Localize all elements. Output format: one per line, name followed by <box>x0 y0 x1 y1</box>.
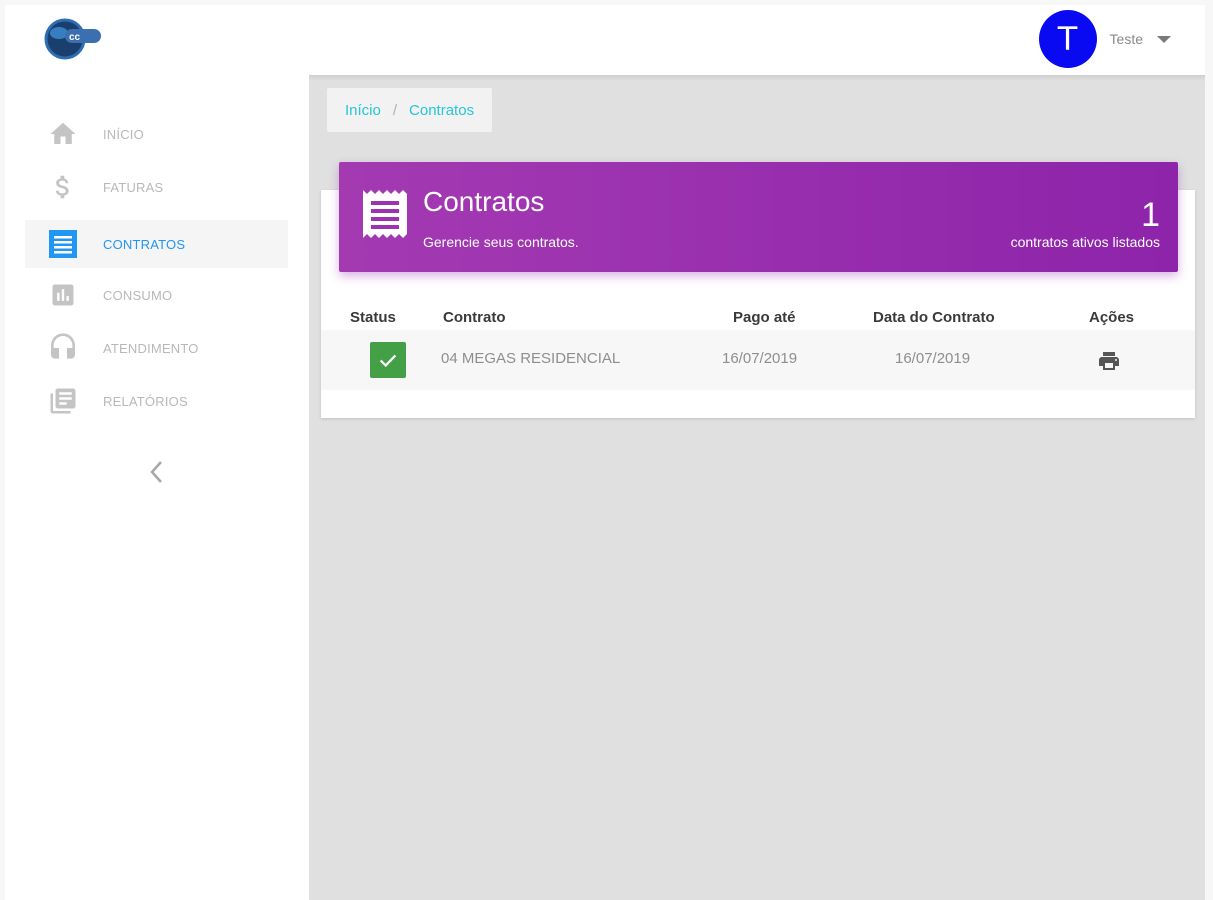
sidebar-item-label: CONTRATOS <box>103 236 186 252</box>
sidebar-item-label: FATURAS <box>103 179 164 195</box>
app-window: cc T Teste INÍCIO FATURAS CONTRATOS CONS… <box>5 5 1205 900</box>
contracts-count: 1 <box>1141 196 1160 234</box>
sidebar-item-label: ATENDIMENTO <box>103 340 199 356</box>
headset-icon <box>46 331 80 365</box>
sidebar-item-atendimento[interactable]: ATENDIMENTO <box>25 324 288 372</box>
sidebar: INÍCIO FATURAS CONTRATOS CONSUMO ATENDIM… <box>5 75 309 900</box>
home-icon <box>46 117 80 151</box>
breadcrumb-separator: / <box>392 101 398 119</box>
paid-until: 16/07/2019 <box>722 350 798 367</box>
receipt-icon <box>363 190 407 238</box>
sidebar-item-contratos[interactable]: CONTRATOS <box>25 220 288 268</box>
print-icon[interactable] <box>1097 349 1121 373</box>
dollar-icon <box>46 170 80 204</box>
caret-down-icon[interactable] <box>1157 35 1171 43</box>
sidebar-item-faturas[interactable]: FATURAS <box>25 163 288 211</box>
sidebar-item-label: RELATÓRIOS <box>103 393 188 409</box>
column-header-pago-ate: Pago até <box>733 309 796 326</box>
status-check-icon <box>370 342 406 378</box>
page-subtitle: Gerencie seus contratos. <box>423 234 579 250</box>
sidebar-item-consumo[interactable]: CONSUMO <box>25 271 288 319</box>
table-header: Status Contrato Pago até Data do Contrat… <box>321 303 1195 331</box>
sidebar-item-inicio[interactable]: INÍCIO <box>25 110 288 158</box>
list-icon <box>46 227 80 261</box>
avatar[interactable]: T <box>1038 10 1097 68</box>
breadcrumb-home-link[interactable]: Início <box>345 102 381 119</box>
column-header-data-contrato: Data do Contrato <box>873 309 995 326</box>
user-menu[interactable]: T Teste <box>1038 9 1205 69</box>
main-content: Início / Contratos Contratos Gerencie se… <box>309 75 1205 900</box>
user-name[interactable]: Teste <box>1110 31 1143 47</box>
contract-date: 16/07/2019 <box>895 350 971 367</box>
svg-text:cc: cc <box>69 32 81 43</box>
breadcrumb: Início / Contratos <box>327 88 493 132</box>
report-icon <box>46 384 80 418</box>
sidebar-item-relatorios[interactable]: RELATÓRIOS <box>25 377 288 425</box>
table-row: 04 MEGAS RESIDENCIAL 16/07/2019 16/07/20… <box>321 330 1195 390</box>
main-top-shadow <box>309 75 1205 81</box>
top-bar: cc T Teste <box>5 5 1205 75</box>
bar-chart-icon <box>46 278 80 312</box>
chevron-left-icon[interactable] <box>145 457 169 487</box>
page-title: Contratos <box>423 186 545 217</box>
contracts-banner: Contratos Gerencie seus contratos. 1 con… <box>339 162 1178 272</box>
contracts-count-label: contratos ativos listados <box>1010 234 1160 250</box>
contract-name: 04 MEGAS RESIDENCIAL <box>441 350 621 367</box>
breadcrumb-current[interactable]: Contratos <box>409 102 474 119</box>
sidebar-item-label: CONSUMO <box>103 287 173 303</box>
column-header-acoes: Ações <box>1089 309 1135 326</box>
column-header-status: Status <box>350 309 396 326</box>
company-logo: cc <box>44 18 101 60</box>
column-header-contrato: Contrato <box>443 309 506 326</box>
sidebar-item-label: INÍCIO <box>103 126 144 142</box>
